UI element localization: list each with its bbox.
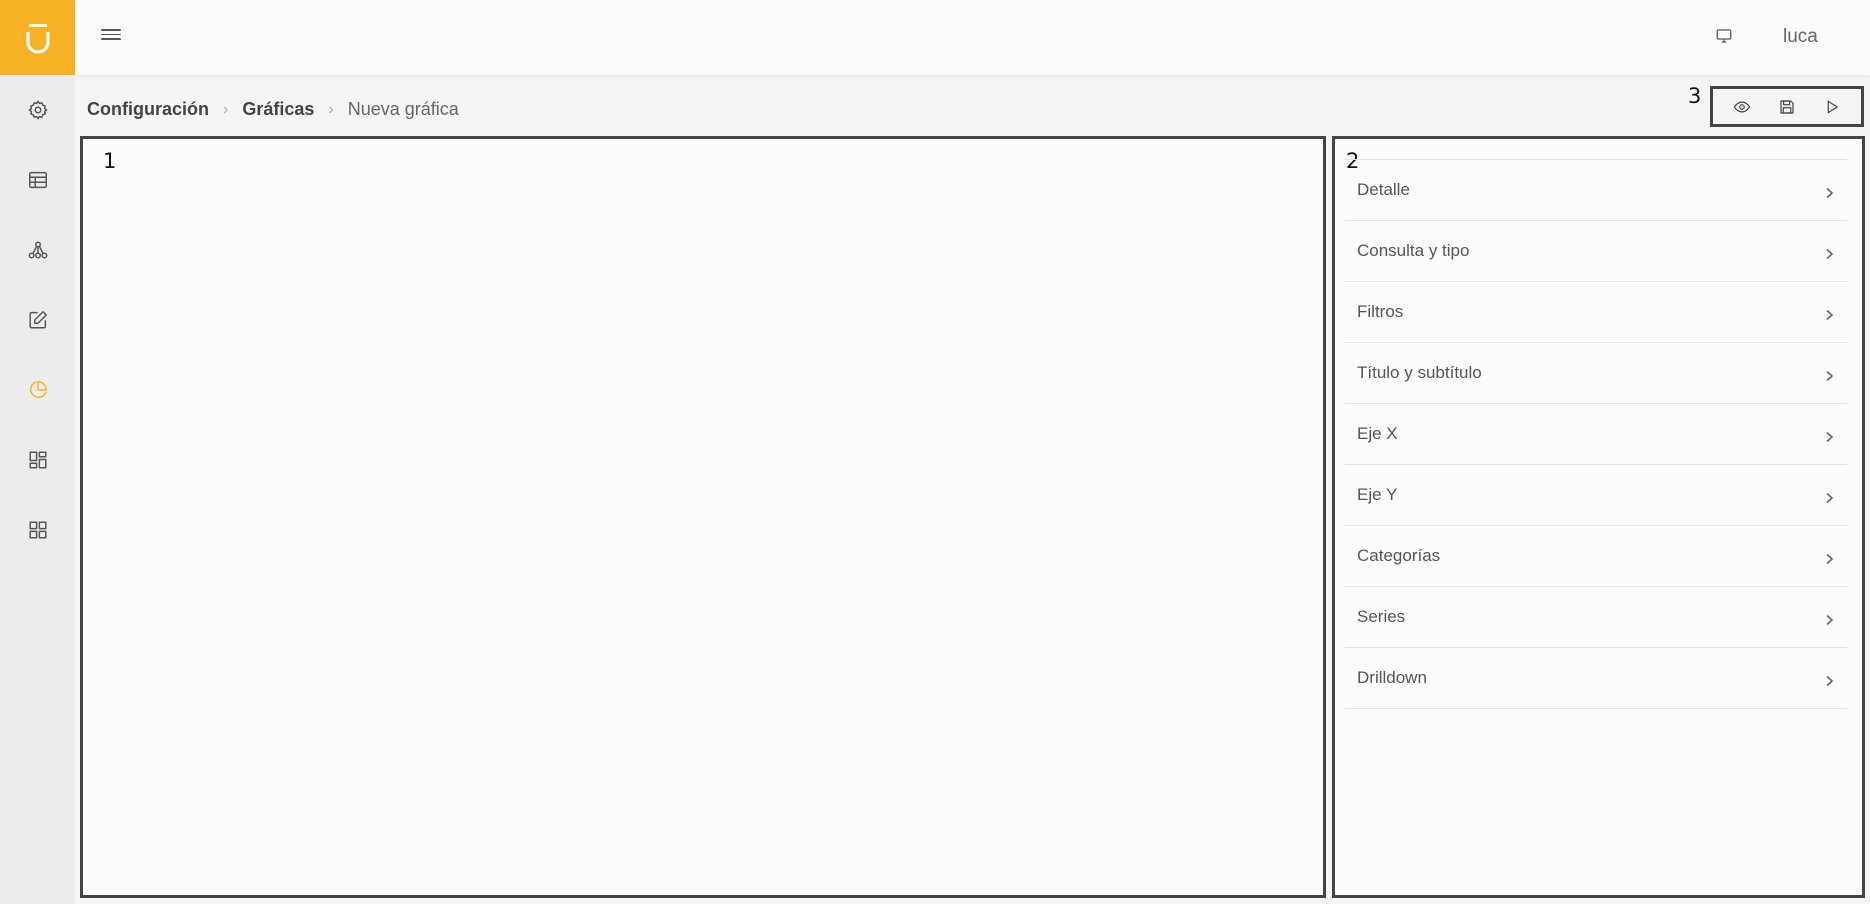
chart-preview-area [88, 144, 1318, 890]
chevron-right-icon [1823, 245, 1835, 260]
play-icon [1827, 100, 1839, 113]
save-button[interactable] [1772, 92, 1802, 122]
config-item-label: Detalle [1357, 180, 1410, 199]
config-item-series[interactable]: Series [1345, 587, 1847, 648]
chevron-right-icon [1823, 489, 1835, 504]
save-icon [1780, 99, 1794, 114]
config-item-label: Eje X [1357, 424, 1398, 443]
grid-icon [28, 521, 47, 539]
chevron-right-icon [1823, 672, 1835, 687]
top-bar: luca [75, 0, 1870, 75]
chevron-right-icon [1823, 184, 1835, 199]
menu-icon[interactable] [101, 26, 121, 46]
eye-icon [1733, 101, 1750, 112]
hierarchy-icon [28, 241, 47, 259]
logo-icon [25, 23, 50, 54]
sidebar-item-editor[interactable] [0, 285, 75, 355]
dashboard-icon [28, 451, 47, 469]
chevron-right-icon [1823, 367, 1835, 382]
config-item-eje-x[interactable]: Eje X [1345, 404, 1847, 465]
config-item-label: Drilldown [1357, 668, 1427, 687]
config-item-eje-y[interactable]: Eje Y [1345, 465, 1847, 526]
sidebar-item-settings[interactable] [0, 75, 75, 145]
config-item-consulta-y-tipo[interactable]: Consulta y tipo [1345, 221, 1847, 282]
config-item-label: Categorías [1357, 546, 1441, 565]
config-item-categorias[interactable]: Categorías [1345, 526, 1847, 587]
run-button[interactable] [1817, 92, 1847, 122]
chart-config-panel: 2 Detalle Consulta y tipo Filtros Título… [1332, 136, 1865, 898]
breadcrumb-graficas[interactable]: Gráficas [242, 99, 314, 120]
gear-icon [28, 100, 47, 120]
chart-preview-panel: 1 [80, 136, 1326, 898]
annotation-label-1: 1 [103, 149, 117, 173]
sidebar-item-apps[interactable] [0, 495, 75, 565]
config-item-label: Filtros [1357, 302, 1404, 321]
sidebar-item-dashboards[interactable] [0, 425, 75, 495]
pie-chart-icon [29, 381, 47, 398]
config-item-label: Series [1357, 607, 1406, 626]
edit-icon [28, 311, 47, 329]
config-item-detalle[interactable]: Detalle [1345, 160, 1847, 221]
chevron-right-icon [1823, 550, 1835, 565]
sidebar [0, 0, 75, 904]
config-item-filtros[interactable]: Filtros [1345, 282, 1847, 343]
sidebar-item-models[interactable] [0, 215, 75, 285]
chevron-right-icon [1823, 428, 1835, 443]
config-item-label: Consulta y tipo [1357, 241, 1470, 260]
config-item-drilldown[interactable]: Drilldown [1345, 648, 1847, 709]
sidebar-item-charts[interactable] [0, 355, 75, 425]
chevron-right-icon [1823, 306, 1835, 321]
app-logo[interactable] [0, 0, 75, 75]
chevron-right-icon: › [328, 100, 334, 118]
breadcrumb-configuracion[interactable]: Configuración [87, 99, 209, 120]
config-list: Detalle Consulta y tipo Filtros Título y… [1345, 159, 1847, 709]
table-icon [28, 171, 47, 189]
config-item-label: Eje Y [1357, 485, 1398, 504]
sidebar-item-tables[interactable] [0, 145, 75, 215]
user-menu[interactable]: luca [1783, 26, 1818, 48]
chevron-right-icon: › [223, 100, 229, 118]
preview-button[interactable] [1727, 92, 1757, 122]
chart-toolbar [1710, 86, 1864, 127]
annotation-label-3: 3 [1688, 84, 1702, 108]
breadcrumb: Configuración › Gráficas › Nueva gráfica [87, 99, 459, 120]
chevron-right-icon [1823, 611, 1835, 626]
config-item-label: Título y subtítulo [1357, 363, 1482, 382]
breadcrumb-current: Nueva gráfica [347, 99, 459, 119]
config-item-titulo-y-subtitulo[interactable]: Título y subtítulo [1345, 343, 1847, 404]
monitor-icon[interactable] [1715, 27, 1735, 47]
